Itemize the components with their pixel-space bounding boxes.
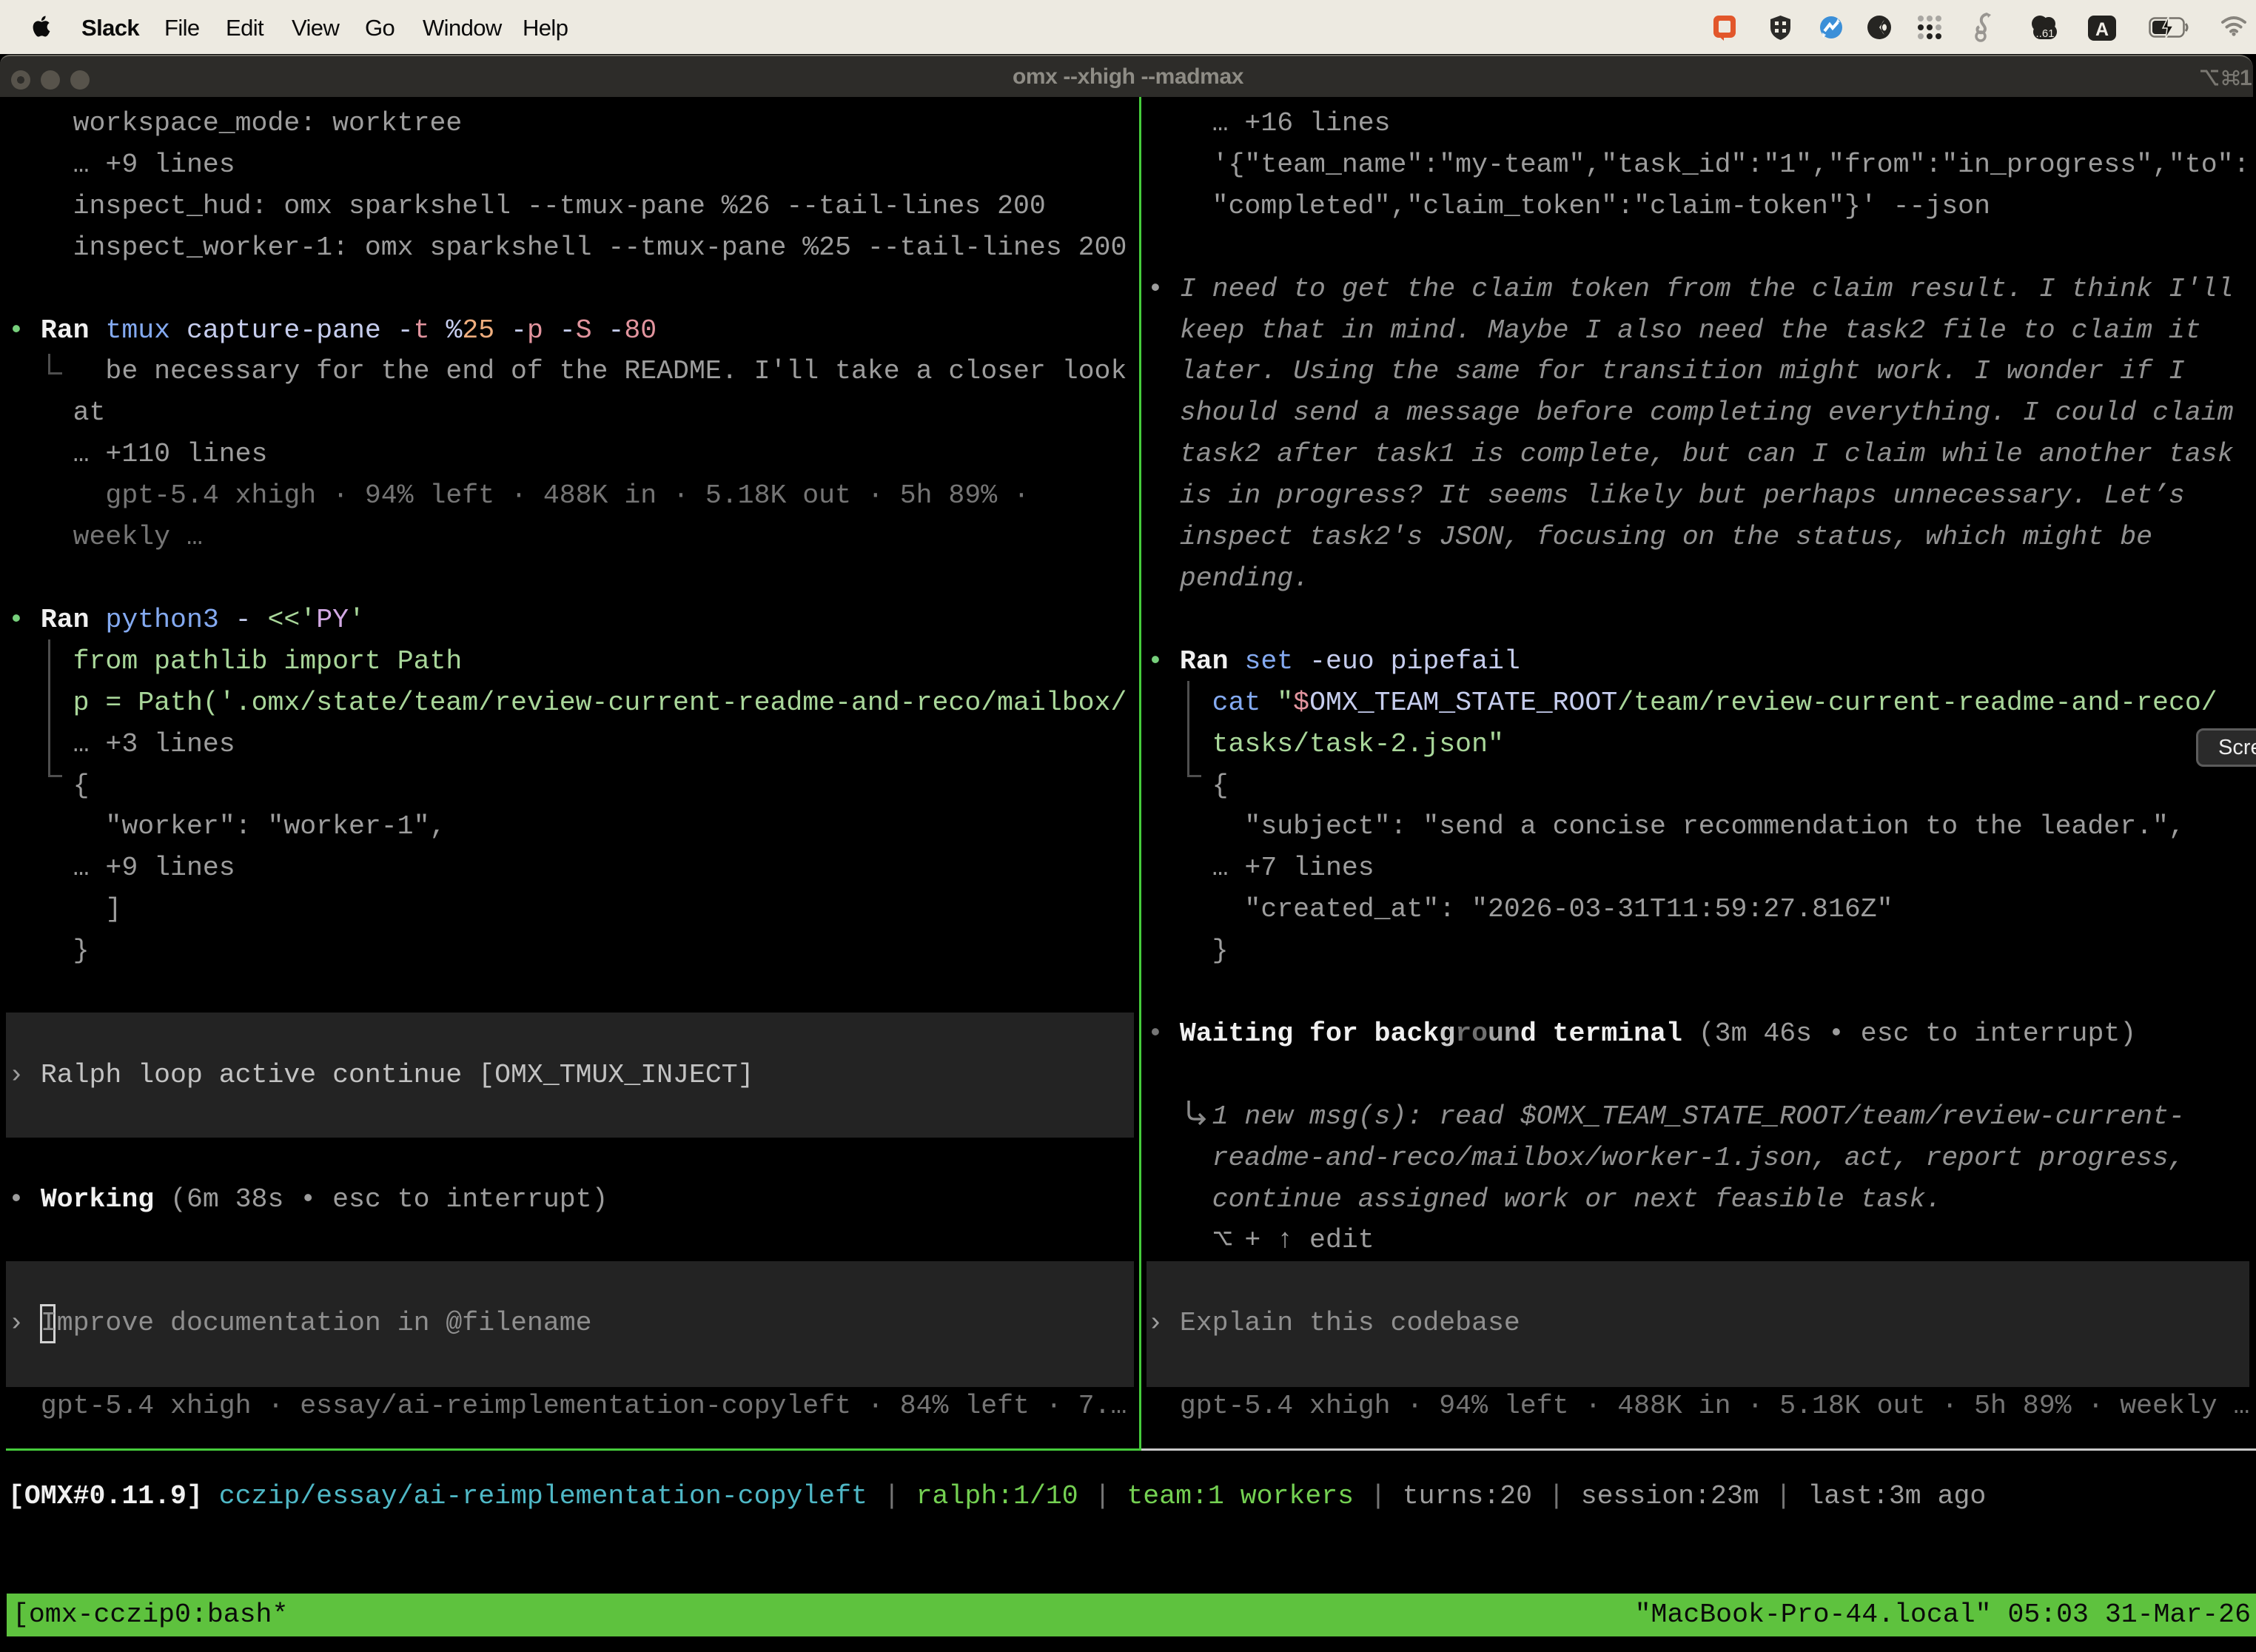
svg-text:A: A <box>2095 19 2109 40</box>
svg-text:..61: ..61 <box>2035 27 2054 40</box>
